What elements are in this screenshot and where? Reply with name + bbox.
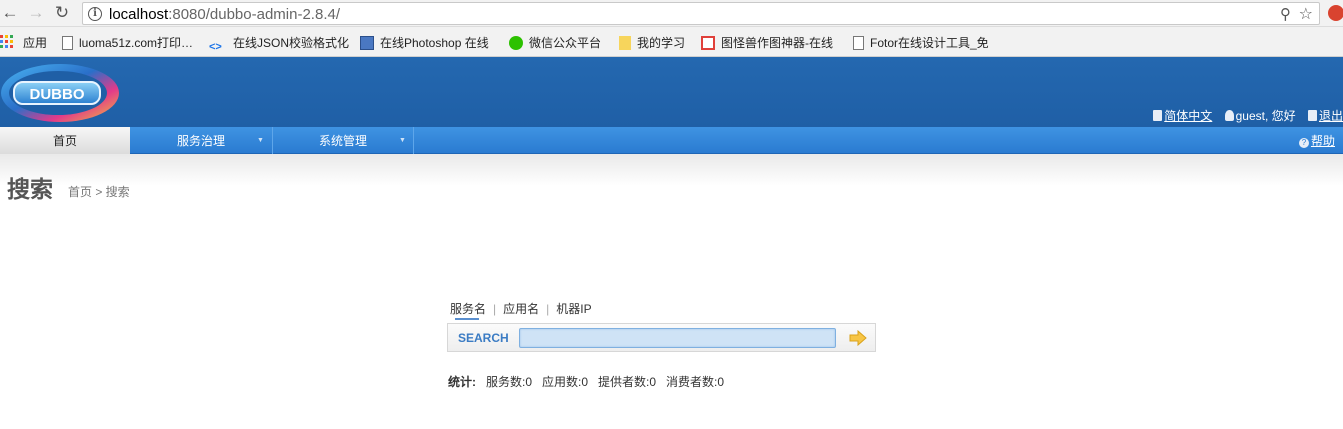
logo-text: DUBBO bbox=[30, 86, 85, 103]
bookmark-photoshop[interactable]: 在线Photoshop 在线 bbox=[360, 34, 489, 50]
app-header: DUBBO 简体中文 guest, 您好 退出 bbox=[0, 57, 1343, 127]
help-label: 帮助 bbox=[1310, 134, 1335, 148]
logout-link[interactable]: 退出 bbox=[1307, 109, 1343, 123]
stats-providers: 提供者数:0 bbox=[598, 375, 657, 389]
stats-title: 统计: bbox=[448, 375, 476, 389]
stats-applications: 应用数:0 bbox=[542, 375, 589, 389]
search-input[interactable] bbox=[519, 328, 836, 348]
url-text[interactable]: localhost:8080/dubbo-admin-2.8.4/ bbox=[109, 6, 340, 23]
page-title: 搜索 bbox=[7, 176, 53, 202]
wechat-icon bbox=[509, 36, 523, 50]
tab-separator: | bbox=[493, 302, 497, 316]
bookmark-label: 图怪兽作图神器-在线 bbox=[721, 36, 833, 50]
menu-system-management-label: 系统管理 bbox=[318, 134, 367, 148]
address-bar[interactable]: i localhost:8080/dubbo-admin-2.8.4/ ⚲ ☆ bbox=[82, 2, 1320, 25]
code-icon: <> bbox=[209, 41, 222, 53]
back-arrow-icon[interactable]: ← bbox=[0, 3, 20, 23]
dubbo-logo[interactable]: DUBBO bbox=[0, 62, 120, 124]
page-icon bbox=[62, 36, 73, 50]
tuguaishou-icon bbox=[701, 36, 715, 50]
user-greeting: guest, 您好 bbox=[1224, 109, 1296, 123]
bookmark-label: 微信公众平台 bbox=[529, 36, 602, 50]
apps-grid-icon[interactable] bbox=[0, 35, 14, 49]
bookmark-tuguaishou[interactable]: 图怪兽作图神器-在线 bbox=[701, 34, 833, 50]
menu-service-governance-label: 服务治理 bbox=[176, 134, 225, 148]
tab-application-name[interactable]: 应用名 bbox=[503, 300, 539, 317]
page-icon bbox=[853, 36, 864, 50]
bookmark-wechat[interactable]: 微信公众平台 bbox=[509, 34, 601, 50]
active-tab-indicator bbox=[455, 318, 479, 320]
bookmark-my-study[interactable]: 我的学习 bbox=[619, 34, 685, 50]
greeting-label: guest, 您好 bbox=[1235, 109, 1296, 123]
language-link[interactable]: 简体中文 bbox=[1153, 109, 1212, 123]
bookmark-label: 在线JSON校验格式化 bbox=[233, 36, 350, 50]
bookmark-luoma[interactable]: luoma51z.com打印… bbox=[62, 34, 193, 50]
breadcrumb[interactable]: 首页 > 搜索 bbox=[68, 183, 130, 200]
tab-machine-ip[interactable]: 机器IP bbox=[556, 300, 591, 317]
menu-service-governance[interactable]: 服务治理 ▼ bbox=[130, 127, 272, 154]
folder-icon bbox=[619, 36, 631, 50]
stats-services: 服务数:0 bbox=[486, 375, 533, 389]
url-host: localhost bbox=[109, 6, 169, 23]
user-icon bbox=[1224, 110, 1234, 121]
bookmark-apps[interactable]: 应用 bbox=[23, 34, 47, 50]
language-label: 简体中文 bbox=[1164, 109, 1213, 123]
bookmark-label: 应用 bbox=[23, 36, 48, 50]
forward-arrow-icon[interactable]: → bbox=[26, 3, 46, 23]
menu-home[interactable]: 首页 bbox=[0, 127, 130, 154]
menu-divider bbox=[413, 127, 414, 154]
document-icon bbox=[1153, 110, 1163, 121]
tab-service-name[interactable]: 服务名 bbox=[450, 300, 486, 317]
browser-toolbar: ← → ↻ i localhost:8080/dubbo-admin-2.8.4… bbox=[0, 0, 1343, 27]
bookmark-label: 在线Photoshop 在线 bbox=[380, 36, 489, 50]
statistics: 统计: 服务数:0 应用数:0 提供者数:0 消费者数:0 bbox=[448, 373, 734, 390]
bookmark-label: luoma51z.com打印… bbox=[79, 36, 194, 50]
tab-separator: | bbox=[546, 302, 550, 316]
reload-icon[interactable]: ↻ bbox=[52, 3, 72, 23]
bookmark-fotor[interactable]: Fotor在线设计工具_免 bbox=[853, 34, 989, 50]
search-label: SEARCH bbox=[458, 331, 509, 345]
zoom-icon[interactable]: ⚲ bbox=[1280, 5, 1291, 23]
header-links: 简体中文 guest, 您好 退出 bbox=[1144, 107, 1343, 123]
title-band bbox=[0, 154, 1343, 186]
bookmark-json[interactable]: <> 在线JSON校验格式化 bbox=[209, 34, 350, 53]
search-tabs: 服务名 | 应用名 | 机器IP bbox=[450, 300, 592, 316]
chevron-down-icon: ▼ bbox=[257, 137, 264, 144]
site-info-icon[interactable]: i bbox=[88, 7, 102, 21]
bookmark-star-icon[interactable]: ☆ bbox=[1299, 4, 1313, 24]
stats-consumers: 消费者数:0 bbox=[666, 375, 725, 389]
question-icon: ? bbox=[1298, 138, 1309, 148]
menu-home-label: 首页 bbox=[52, 134, 77, 148]
arrow-right-icon[interactable] bbox=[849, 330, 867, 346]
logout-icon bbox=[1307, 110, 1317, 121]
bookmarks-bar: 应用 luoma51z.com打印… <> 在线JSON校验格式化 在线Photo… bbox=[0, 27, 1343, 57]
chevron-down-icon: ▼ bbox=[399, 137, 406, 144]
bookmark-label: 我的学习 bbox=[637, 36, 686, 50]
main-menu: 首页 服务治理 ▼ 系统管理 ▼ ? 帮助 bbox=[0, 127, 1343, 154]
help-link[interactable]: ? 帮助 bbox=[1298, 132, 1335, 149]
search-box: SEARCH bbox=[447, 323, 876, 352]
extension-icon[interactable] bbox=[1328, 5, 1343, 21]
bookmark-label: Fotor在线设计工具_免 bbox=[870, 36, 989, 50]
logout-label: 退出 bbox=[1318, 109, 1343, 123]
url-path: :8080/dubbo-admin-2.8.4/ bbox=[168, 6, 340, 23]
monitor-icon bbox=[360, 36, 374, 50]
menu-system-management[interactable]: 系统管理 ▼ bbox=[273, 127, 413, 154]
